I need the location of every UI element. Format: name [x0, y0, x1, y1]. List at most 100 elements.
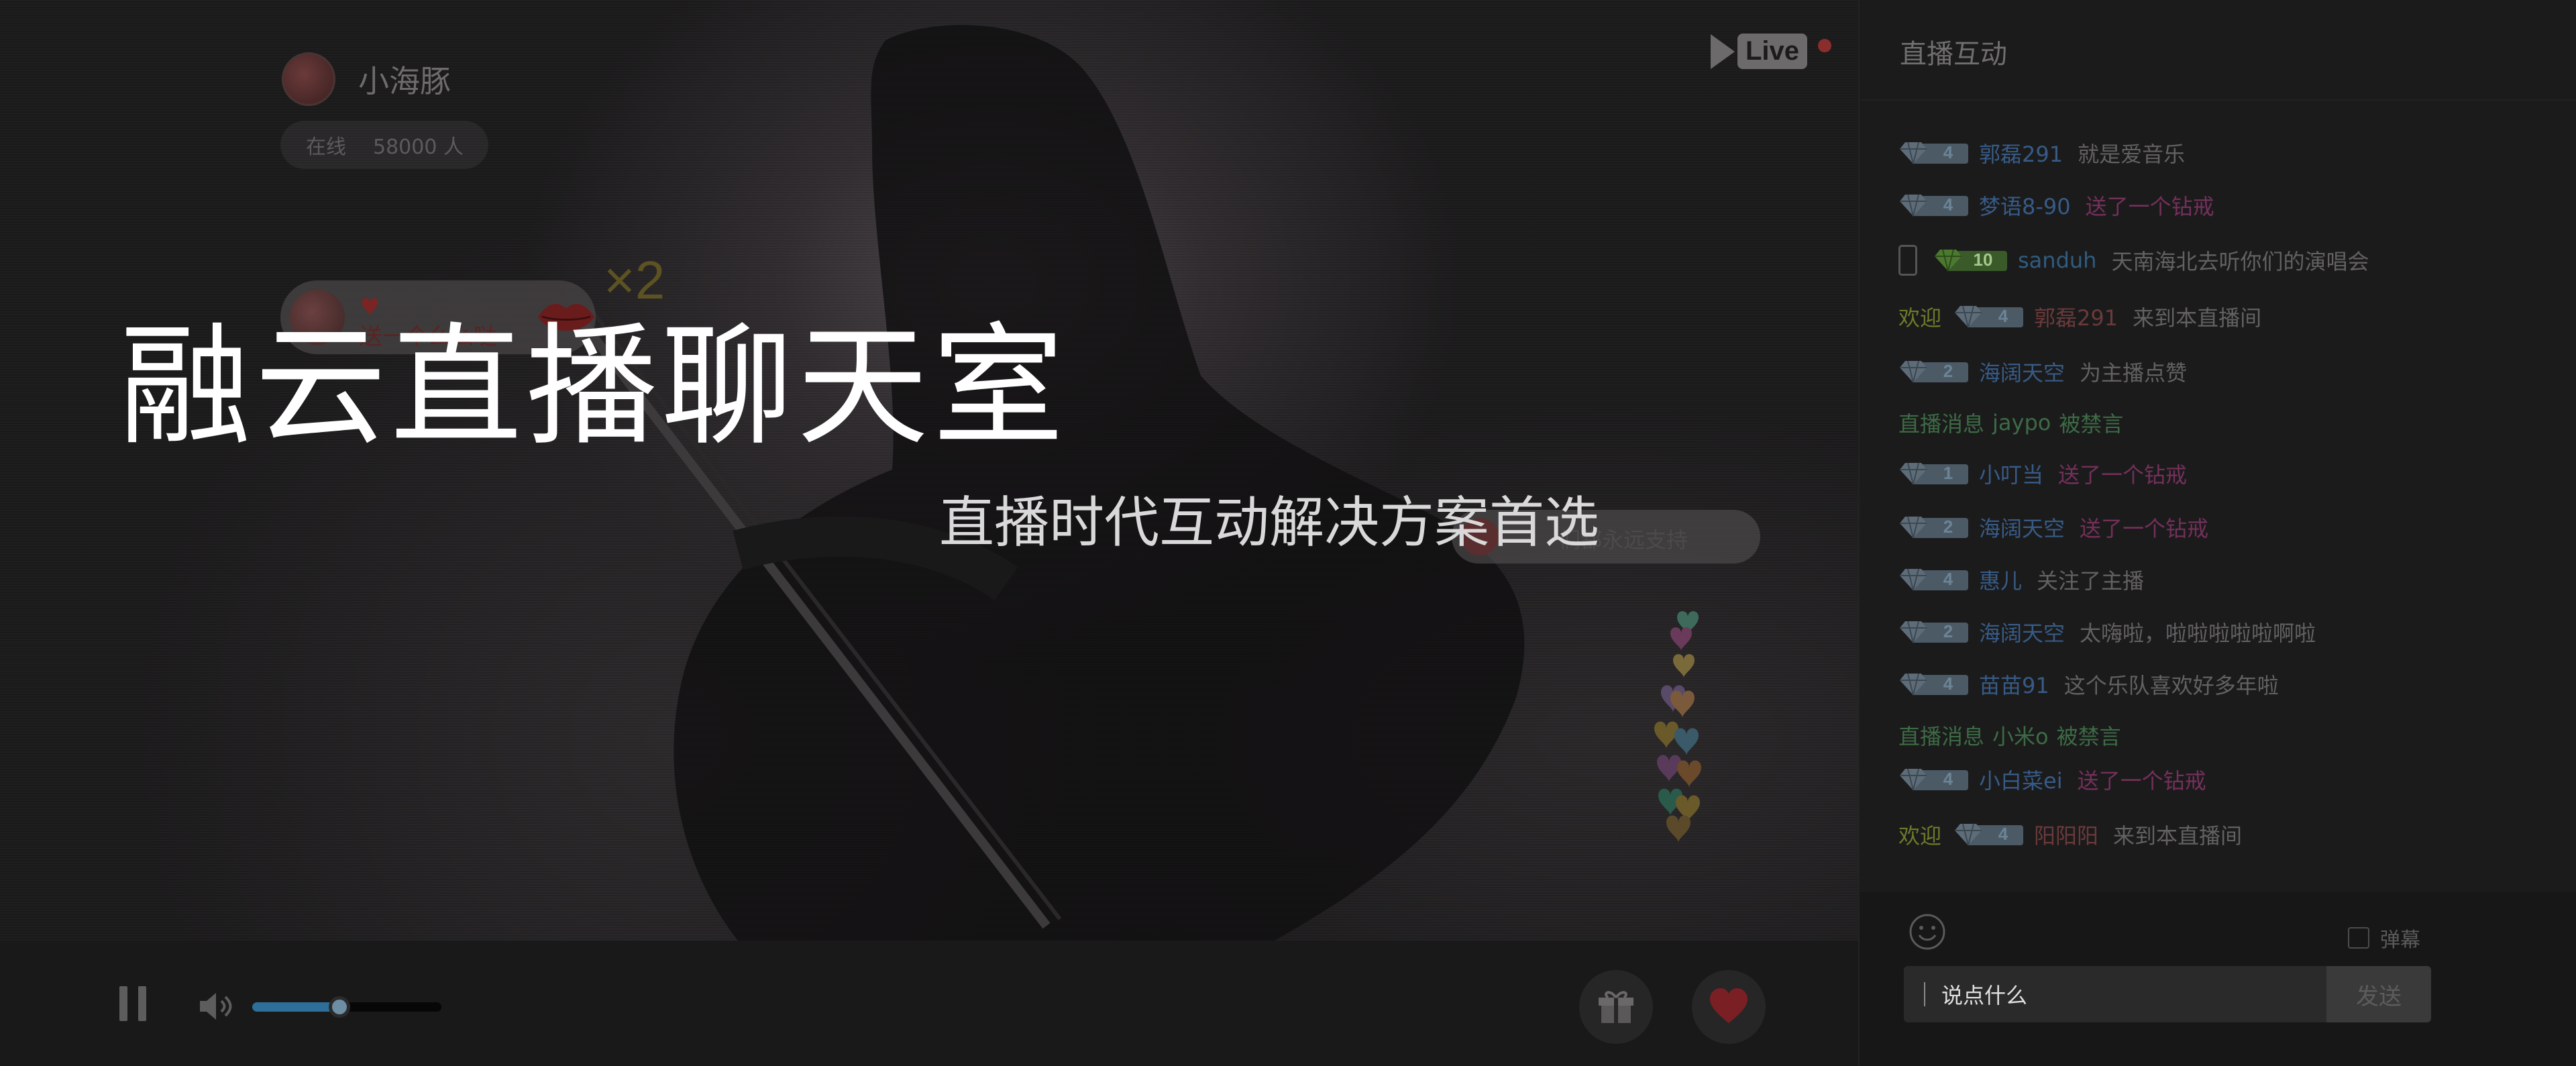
user-level-badge: 4 — [1898, 672, 1968, 696]
danmaku-label: 弹幕 — [2380, 928, 2420, 952]
message-text: 关注了主播 — [2037, 568, 2145, 594]
user-level-badge: 4 — [1898, 193, 1968, 217]
message-text: 被禁言 — [2059, 411, 2124, 437]
diamond-icon — [1900, 673, 1927, 696]
diamond-icon — [1935, 249, 1962, 272]
headline-title: 融云直播聊天室 — [119, 311, 1068, 464]
diamond-icon — [1900, 360, 1927, 383]
volume-icon[interactable] — [199, 992, 236, 1021]
message-text: 送了一个钻戒 — [2080, 516, 2209, 541]
floating-hearts — [1654, 611, 1701, 843]
streamer-avatar[interactable] — [282, 52, 335, 106]
user-level: 10 — [1973, 250, 1993, 270]
video-stage[interactable]: 小海豚 在线 58000 人 Live ♥丰丰家的b... 送一个么么哒 ×2 … — [0, 0, 1858, 941]
pause-button[interactable] — [119, 986, 146, 1021]
user-level-badge: 2 — [1898, 515, 1968, 539]
chat-message: 欢迎 4 阳阳阳 来到本直播间 — [1898, 817, 2242, 852]
diamond-icon — [1900, 568, 1927, 591]
send-button[interactable]: 发送 — [2326, 966, 2431, 1022]
system-message-label: 直播消息 — [1898, 724, 1985, 749]
user-level-badge: 4 — [1898, 568, 1968, 592]
message-text: 送了一个钻戒 — [2085, 194, 2214, 219]
message-text: 太嗨啦，啦啦啦啦啦啊啦 — [2080, 621, 2316, 646]
like-button[interactable] — [1692, 970, 1766, 1044]
online-count: 58000 人 — [373, 136, 464, 159]
message-text: 这个乐队喜欢好多年啦 — [2063, 673, 2279, 698]
streamer-info: 小海豚 — [282, 52, 451, 106]
online-label: 在线 — [306, 136, 346, 159]
volume-slider-handle[interactable] — [328, 996, 350, 1018]
user-level: 4 — [1998, 306, 2008, 326]
welcome-label: 欢迎 — [1898, 305, 1942, 331]
message-text: 就是爱音乐 — [2078, 142, 2186, 167]
live-indicator-dot — [1818, 39, 1831, 52]
chat-message: 直播消息 jaypo 被禁言 — [1898, 405, 2123, 440]
user-level: 4 — [1943, 142, 1953, 162]
user-level: 4 — [1943, 769, 1953, 789]
message-username[interactable]: sanduh — [2018, 248, 2096, 273]
message-username[interactable]: 小叮当 — [1979, 458, 2043, 489]
message-username[interactable]: 小米o — [1992, 720, 2049, 751]
user-level: 2 — [1943, 517, 1953, 537]
message-username[interactable]: jaypo — [1992, 410, 2051, 435]
message-username[interactable]: 小白菜ei — [1979, 764, 2063, 795]
chat-message: 4 郭磊291 就是爱音乐 — [1898, 136, 2185, 170]
message-text: 送了一个钻戒 — [2058, 462, 2188, 488]
chat-input-placeholder: 说点什么 — [1941, 983, 2028, 1008]
welcome-label: 欢迎 — [1898, 823, 1942, 849]
heart-icon — [1710, 988, 1748, 1023]
user-level-badge: 10 — [1933, 248, 2007, 272]
message-text: 为主播点赞 — [2080, 360, 2188, 386]
user-level-badge: 4 — [1898, 141, 1968, 165]
chat-message: 4 梦语8-90 送了一个钻戒 — [1898, 188, 2214, 223]
gift-button[interactable] — [1579, 970, 1653, 1044]
message-username[interactable]: 苗苗91 — [1979, 669, 2049, 700]
user-level-badge: 2 — [1898, 620, 1968, 644]
chat-message: 2 海阔天空 为主播点赞 — [1898, 354, 2187, 389]
message-username[interactable]: 海阔天空 — [1979, 512, 2065, 543]
panel-title: 直播互动 — [1900, 39, 2007, 70]
smiley-icon[interactable] — [1908, 912, 1947, 951]
volume-slider[interactable] — [252, 996, 441, 1018]
danmaku-checkbox[interactable] — [2348, 927, 2369, 949]
user-level-badge: 4 — [1898, 767, 1968, 792]
online-count-pill: 在线 58000 人 — [280, 121, 488, 169]
chat-message: 欢迎 4 郭磊291 来到本直播间 — [1898, 299, 2261, 334]
user-level: 4 — [1943, 569, 1953, 589]
heart-icon — [1654, 611, 1701, 843]
chat-message: 4 惠儿 关注了主播 — [1898, 562, 2144, 597]
message-username[interactable]: 阳阳阳 — [2034, 819, 2098, 850]
phone-icon — [1898, 245, 1917, 276]
message-text: 来到本直播间 — [2113, 823, 2243, 849]
message-username[interactable]: 郭磊291 — [2034, 301, 2118, 332]
message-text: 被禁言 — [2056, 724, 2121, 749]
system-message-label: 直播消息 — [1898, 411, 1985, 437]
message-text: 来到本直播间 — [2133, 305, 2262, 331]
chat-message: 2 海阔天空 太嗨啦，啦啦啦啦啦啊啦 — [1898, 615, 2316, 649]
chat-message: 10 sanduh 天南海北去听你们的演唱会 — [1898, 243, 2369, 278]
interaction-panel: 直播互动 4 郭磊291 就是爱音乐 4 梦语8-90 送了一个钻戒 10 sanduh 天南海… — [1858, 0, 2576, 1066]
message-username[interactable]: 海阔天空 — [1979, 356, 2065, 387]
chat-message: 4 小白菜ei 送了一个钻戒 — [1898, 762, 2206, 797]
user-level: 2 — [1943, 361, 1953, 381]
diamond-icon — [1900, 621, 1927, 643]
diamond-icon — [1955, 823, 1982, 846]
message-username[interactable]: 惠儿 — [1979, 564, 2022, 595]
chat-message: 4 苗苗91 这个乐队喜欢好多年啦 — [1898, 667, 2279, 702]
chat-message: 1 小叮当 送了一个钻戒 — [1898, 456, 2187, 491]
message-username[interactable]: 郭磊291 — [1979, 138, 2063, 168]
danmaku-toggle[interactable]: 弹幕 — [2348, 923, 2420, 953]
diamond-icon — [1900, 462, 1927, 485]
user-level: 1 — [1943, 463, 1953, 483]
headline-subtitle: 直播时代互动解决方案首选 — [939, 491, 1600, 555]
pause-icon — [119, 986, 127, 1021]
panel-divider — [1860, 99, 2576, 101]
user-level-badge: 4 — [1953, 305, 2024, 329]
streamer-name: 小海豚 — [358, 63, 451, 99]
user-level-badge: 4 — [1953, 822, 2024, 847]
message-username[interactable]: 梦语8-90 — [1979, 190, 2071, 221]
chat-input[interactable]: 说点什么 — [1904, 966, 2326, 1022]
chat-message: 2 海阔天空 送了一个钻戒 — [1898, 510, 2208, 545]
message-username[interactable]: 海阔天空 — [1979, 617, 2065, 647]
chat-message: 直播消息 小米o 被禁言 — [1898, 718, 2121, 753]
